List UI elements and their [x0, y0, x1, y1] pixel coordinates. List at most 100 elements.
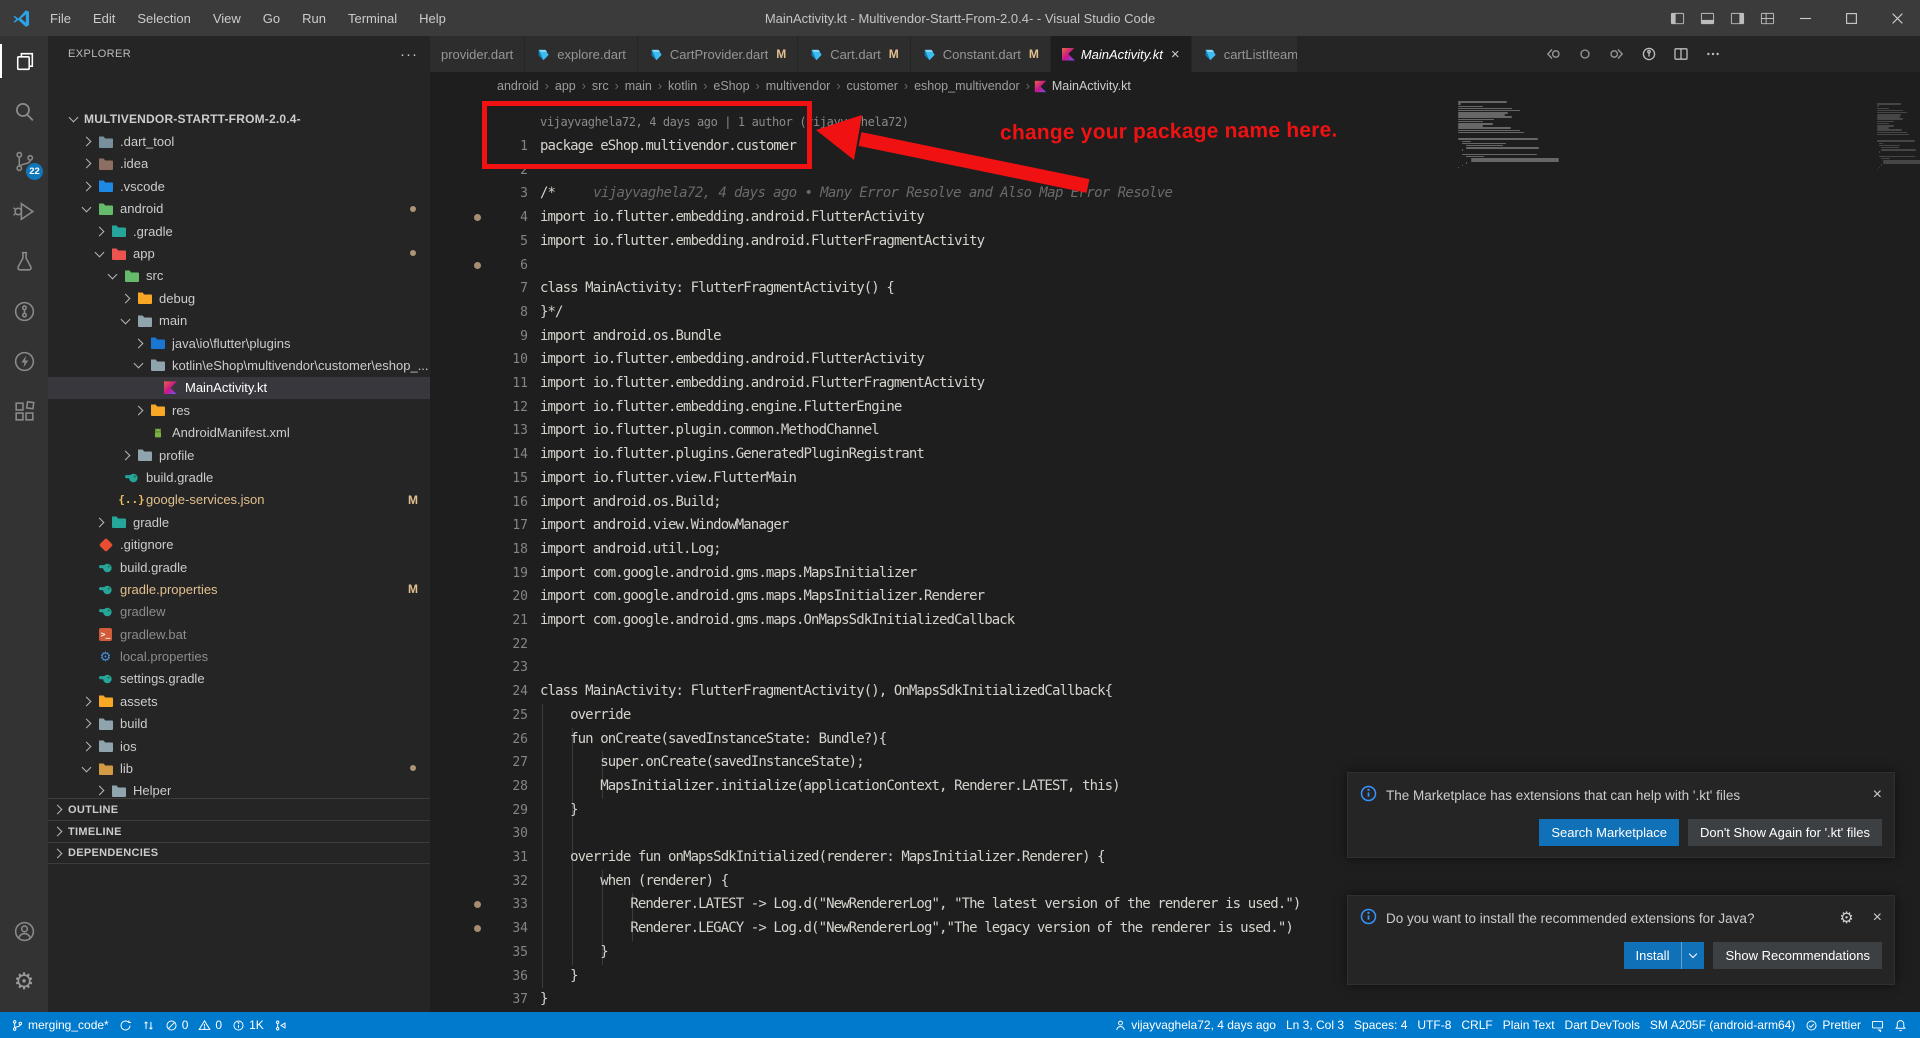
notification-close-icon[interactable]: × — [1873, 909, 1882, 927]
search-marketplace-button[interactable]: Search Marketplace — [1539, 819, 1679, 846]
install-button[interactable]: Install — [1624, 942, 1705, 969]
status-errors[interactable]: 0 — [160, 1012, 194, 1038]
more-actions-icon[interactable] — [1702, 43, 1724, 65]
source-control-icon[interactable]: 22 — [0, 136, 48, 186]
tree-item-kotlin-eshop-multivendor-customer-eshop[interactable]: kotlin\eShop\multivendor\customer\eshop_… — [48, 354, 430, 376]
status-infos[interactable]: 1K — [227, 1012, 269, 1038]
minimize-icon[interactable] — [1782, 0, 1828, 36]
section-dependencies[interactable]: DEPENDENCIES — [48, 842, 430, 864]
thunder-client-icon[interactable] — [0, 336, 48, 386]
menu-item-terminal[interactable]: Terminal — [339, 7, 406, 30]
status-compare[interactable] — [137, 1012, 160, 1038]
status-feedback[interactable] — [1866, 1012, 1889, 1038]
breadcrumb-item-src[interactable]: src — [590, 79, 611, 93]
menu-item-file[interactable]: File — [41, 7, 80, 30]
tree-item-gradle[interactable]: .gradle — [48, 220, 430, 242]
tree-item-idea[interactable]: .idea — [48, 153, 430, 175]
tab-explore-dart[interactable]: explore.dart — [525, 36, 638, 72]
tree-item-gradle-properties[interactable]: gradle.propertiesM — [48, 578, 430, 600]
tab-mainactivity-kt[interactable]: MainActivity.kt× — [1051, 36, 1192, 72]
explorer-more-actions-icon[interactable]: ··· — [400, 46, 418, 63]
tree-item-assets[interactable]: assets — [48, 690, 430, 712]
navigate-back-icon[interactable] — [1542, 43, 1564, 65]
menu-item-help[interactable]: Help — [410, 7, 455, 30]
breadcrumb-item-mainactivity-kt[interactable]: MainActivity.kt — [1034, 79, 1131, 93]
notification-settings-gear-icon[interactable]: ⚙ — [1839, 908, 1853, 928]
tab-cartlistiteamw[interactable]: cartListIteamW — [1192, 36, 1298, 72]
notification-close-icon[interactable]: × — [1873, 786, 1882, 804]
customize-layout-icon[interactable] — [1752, 0, 1782, 36]
tree-item-multivendor-startt-from-2-0-4[interactable]: MULTIVENDOR-STARTT-FROM-2.0.4- — [48, 108, 430, 130]
status-blame[interactable]: vijayvaghela72, 4 days ago — [1109, 1012, 1281, 1038]
status-branch-status[interactable]: merging_code* — [6, 1012, 114, 1038]
tree-item-mainactivity-kt[interactable]: MainActivity.kt — [48, 377, 430, 399]
breadcrumb-item-kotlin[interactable]: kotlin — [666, 79, 699, 93]
breadcrumb-item-eshop[interactable]: eShop — [711, 79, 751, 93]
tab-close-icon[interactable]: × — [1171, 46, 1180, 63]
tree-item-main[interactable]: main — [48, 310, 430, 332]
tree-item-ios[interactable]: ios — [48, 735, 430, 757]
outline-circle-icon[interactable] — [1574, 43, 1596, 65]
settings-gear-icon[interactable]: ⚙ — [0, 956, 48, 1006]
show-recommendations-button[interactable]: Show Recommendations — [1713, 942, 1882, 969]
tree-item-build-gradle[interactable]: build.gradle — [48, 466, 430, 488]
tree-item-res[interactable]: res — [48, 399, 430, 421]
status-run-branch[interactable] — [269, 1012, 292, 1038]
extensions-icon[interactable] — [0, 386, 48, 436]
status-sync[interactable] — [114, 1012, 137, 1038]
tree-item-local-properties[interactable]: ⚙local.properties — [48, 645, 430, 667]
testing-icon[interactable] — [0, 236, 48, 286]
menu-item-go[interactable]: Go — [254, 7, 289, 30]
section-outline[interactable]: OUTLINE — [48, 798, 430, 820]
gitlens-icon[interactable] — [0, 286, 48, 336]
tree-item-gradlew-bat[interactable]: >_gradlew.bat — [48, 623, 430, 645]
tab-cart-dart[interactable]: Cart.dartM — [798, 36, 911, 72]
tree-item-debug[interactable]: debug — [48, 287, 430, 309]
breadcrumb-item-multivendor[interactable]: multivendor — [764, 79, 833, 93]
tree-item-src[interactable]: src — [48, 265, 430, 287]
install-dropdown-icon[interactable] — [1682, 954, 1704, 957]
toggle-sidebar-icon[interactable] — [1662, 0, 1692, 36]
run-debug-icon[interactable] — [0, 186, 48, 236]
tree-item-build[interactable]: build — [48, 713, 430, 735]
menu-item-selection[interactable]: Selection — [128, 7, 199, 30]
explorer-icon[interactable] — [0, 36, 48, 86]
tree-item-android[interactable]: android — [48, 198, 430, 220]
status-encoding[interactable]: UTF-8 — [1412, 1012, 1456, 1038]
breadcrumb-item-app[interactable]: app — [553, 79, 578, 93]
tree-item-gradlew[interactable]: gradlew — [48, 601, 430, 623]
tree-item-java-io-flutter-plugins[interactable]: java\io\flutter\plugins — [48, 332, 430, 354]
status-cursor-position[interactable]: Ln 3, Col 3 — [1281, 1012, 1349, 1038]
restore-icon[interactable] — [1828, 0, 1874, 36]
tree-item-settings-gradle[interactable]: settings.gradle — [48, 668, 430, 690]
tab-cartprovider-dart[interactable]: CartProvider.dartM — [638, 36, 798, 72]
tab-provider-dart[interactable]: provider.dart — [430, 36, 525, 72]
tab-constant-dart[interactable]: Constant.dartM — [911, 36, 1051, 72]
dont-show-again-button[interactable]: Don't Show Again for '.kt' files — [1688, 819, 1882, 846]
menu-item-edit[interactable]: Edit — [84, 7, 124, 30]
search-icon[interactable] — [0, 86, 48, 136]
status-dart-devtools[interactable]: Dart DevTools — [1560, 1012, 1645, 1038]
menu-item-view[interactable]: View — [204, 7, 250, 30]
breadcrumb-item-android[interactable]: android — [495, 79, 541, 93]
tree-item-profile[interactable]: profile — [48, 444, 430, 466]
breadcrumb-item-main[interactable]: main — [623, 79, 654, 93]
code-editor[interactable]: vijayvaghela72, 4 days ago | 1 author (v… — [430, 100, 1920, 1012]
close-icon[interactable] — [1874, 0, 1920, 36]
status-notifications-bell[interactable] — [1889, 1012, 1912, 1038]
tree-item-build-gradle[interactable]: build.gradle — [48, 556, 430, 578]
toggle-secondary-sidebar-icon[interactable] — [1722, 0, 1752, 36]
tree-item-helper[interactable]: Helper — [48, 780, 430, 798]
toggle-panel-icon[interactable] — [1692, 0, 1722, 36]
tree-item-gitignore[interactable]: .gitignore — [48, 533, 430, 555]
tree-item-lib[interactable]: lib — [48, 757, 430, 779]
tree-item-dart-tool[interactable]: .dart_tool — [48, 130, 430, 152]
breadcrumb-item-customer[interactable]: customer — [845, 79, 900, 93]
status-language-mode[interactable]: Plain Text — [1498, 1012, 1560, 1038]
accounts-icon[interactable] — [0, 906, 48, 956]
gitlens-compare-icon[interactable] — [1638, 43, 1660, 65]
tree-item-google-services-json[interactable]: {..}google-services.jsonM — [48, 489, 430, 511]
tree-item-app[interactable]: app — [48, 242, 430, 264]
section-timeline[interactable]: TIMELINE — [48, 820, 430, 842]
navigate-forward-icon[interactable] — [1606, 43, 1628, 65]
